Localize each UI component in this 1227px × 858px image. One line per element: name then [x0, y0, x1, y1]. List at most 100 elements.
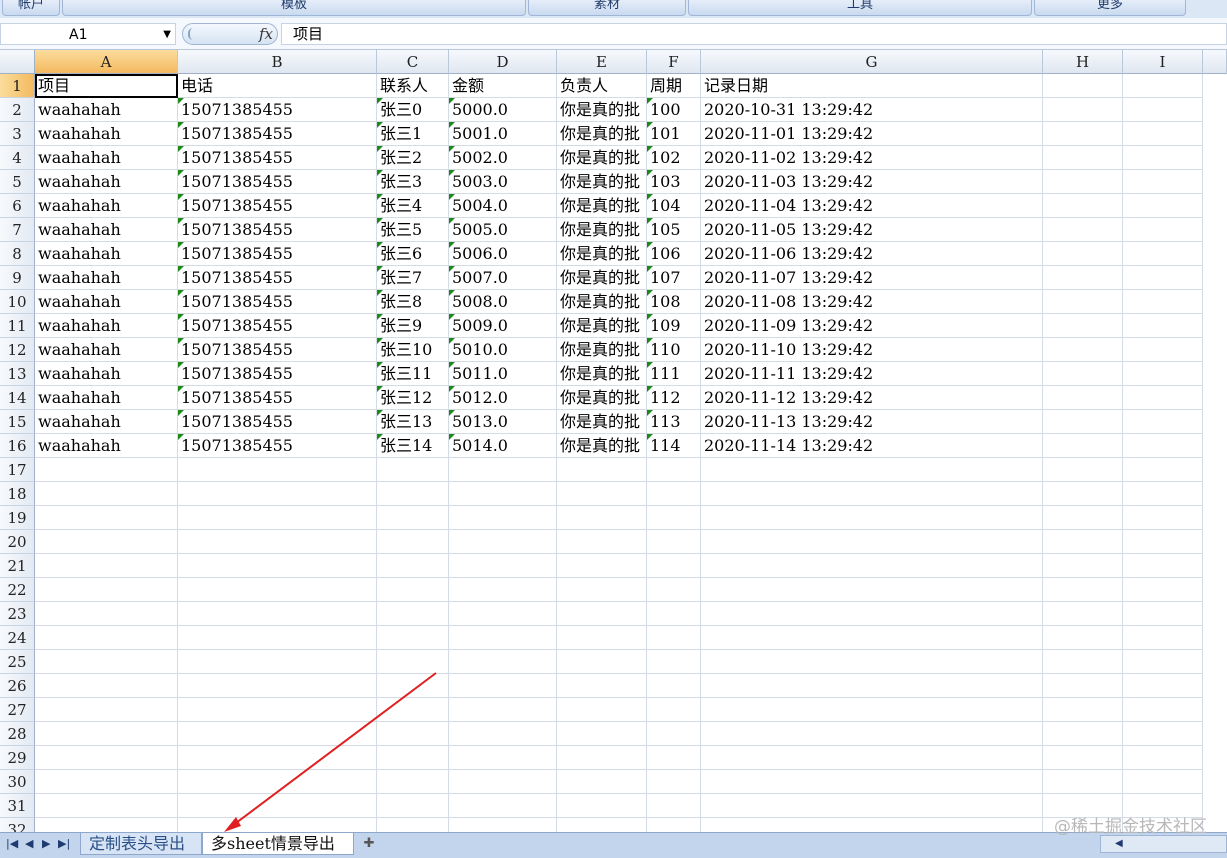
cell-f10[interactable]: 108 [647, 290, 701, 314]
row-header-21[interactable]: 21 [0, 554, 35, 578]
cell-h1[interactable] [1043, 74, 1123, 98]
cell-i30[interactable] [1123, 770, 1203, 794]
cell-b1[interactable]: 电话 [178, 74, 377, 98]
cell-f11[interactable]: 109 [647, 314, 701, 338]
cell-a28[interactable] [35, 722, 178, 746]
cell-g14[interactable]: 2020-11-12 13:29:42 [701, 386, 1043, 410]
cell-i11[interactable] [1123, 314, 1203, 338]
cell-a10[interactable]: waahahah [35, 290, 178, 314]
row-header-30[interactable]: 30 [0, 770, 35, 794]
cell-f14[interactable]: 112 [647, 386, 701, 410]
cell-g10[interactable]: 2020-11-08 13:29:42 [701, 290, 1043, 314]
cell-i17[interactable] [1123, 458, 1203, 482]
cell-d32[interactable] [449, 818, 557, 832]
ribbon-tab-tools[interactable]: 工具 [688, 0, 1032, 16]
cell-e11[interactable]: 你是真的批 [557, 314, 647, 338]
cell-i2[interactable] [1123, 98, 1203, 122]
select-all-corner[interactable] [0, 50, 35, 74]
cell-c29[interactable] [377, 746, 449, 770]
cell-e3[interactable]: 你是真的批 [557, 122, 647, 146]
cell-d12[interactable]: 5010.0 [449, 338, 557, 362]
column-header-b[interactable]: B [178, 50, 377, 74]
cell-b10[interactable]: 15071385455 [178, 290, 377, 314]
cell-f22[interactable] [647, 578, 701, 602]
cell-i29[interactable] [1123, 746, 1203, 770]
cell-e32[interactable] [557, 818, 647, 832]
cell-c13[interactable]: 张三11 [377, 362, 449, 386]
cell-h25[interactable] [1043, 650, 1123, 674]
cell-c28[interactable] [377, 722, 449, 746]
cell-e2[interactable]: 你是真的批 [557, 98, 647, 122]
cell-b24[interactable] [178, 626, 377, 650]
row-header-2[interactable]: 2 [0, 98, 35, 122]
cell-g21[interactable] [701, 554, 1043, 578]
cell-e5[interactable]: 你是真的批 [557, 170, 647, 194]
insert-function-button[interactable]: fx [182, 23, 278, 45]
sheet-tab-multi-sheet[interactable]: 多sheet情景导出 [202, 833, 354, 855]
cell-f12[interactable]: 110 [647, 338, 701, 362]
cell-a31[interactable] [35, 794, 178, 818]
cell-h19[interactable] [1043, 506, 1123, 530]
cell-d3[interactable]: 5001.0 [449, 122, 557, 146]
cell-a7[interactable]: waahahah [35, 218, 178, 242]
cell-d8[interactable]: 5006.0 [449, 242, 557, 266]
cell-f16[interactable]: 114 [647, 434, 701, 458]
cell-c16[interactable]: 张三14 [377, 434, 449, 458]
name-box[interactable]: A1 ▼ [0, 23, 176, 45]
add-sheet-icon[interactable]: ✚ [356, 834, 382, 854]
next-sheet-icon[interactable]: ▶ [42, 837, 50, 850]
cell-f3[interactable]: 101 [647, 122, 701, 146]
cell-i1[interactable] [1123, 74, 1203, 98]
row-header-27[interactable]: 27 [0, 698, 35, 722]
cell-g2[interactable]: 2020-10-31 13:29:42 [701, 98, 1043, 122]
cell-g20[interactable] [701, 530, 1043, 554]
cell-h12[interactable] [1043, 338, 1123, 362]
row-header-25[interactable]: 25 [0, 650, 35, 674]
cell-b31[interactable] [178, 794, 377, 818]
cell-a11[interactable]: waahahah [35, 314, 178, 338]
cell-a24[interactable] [35, 626, 178, 650]
cell-f15[interactable]: 113 [647, 410, 701, 434]
cell-h24[interactable] [1043, 626, 1123, 650]
cell-b12[interactable]: 15071385455 [178, 338, 377, 362]
cell-g29[interactable] [701, 746, 1043, 770]
cell-a12[interactable]: waahahah [35, 338, 178, 362]
cell-f4[interactable]: 102 [647, 146, 701, 170]
cell-d14[interactable]: 5012.0 [449, 386, 557, 410]
row-header-4[interactable]: 4 [0, 146, 35, 170]
row-header-14[interactable]: 14 [0, 386, 35, 410]
cell-d4[interactable]: 5002.0 [449, 146, 557, 170]
cell-g27[interactable] [701, 698, 1043, 722]
row-header-28[interactable]: 28 [0, 722, 35, 746]
cell-b26[interactable] [178, 674, 377, 698]
cell-i23[interactable] [1123, 602, 1203, 626]
cell-a3[interactable]: waahahah [35, 122, 178, 146]
cell-e10[interactable]: 你是真的批 [557, 290, 647, 314]
cell-g8[interactable]: 2020-11-06 13:29:42 [701, 242, 1043, 266]
cell-d17[interactable] [449, 458, 557, 482]
cell-c14[interactable]: 张三12 [377, 386, 449, 410]
first-sheet-icon[interactable]: |◀ [6, 837, 18, 850]
cell-e15[interactable]: 你是真的批 [557, 410, 647, 434]
cell-d2[interactable]: 5000.0 [449, 98, 557, 122]
cell-b8[interactable]: 15071385455 [178, 242, 377, 266]
row-header-20[interactable]: 20 [0, 530, 35, 554]
cell-c24[interactable] [377, 626, 449, 650]
cell-d15[interactable]: 5013.0 [449, 410, 557, 434]
cell-h5[interactable] [1043, 170, 1123, 194]
cell-d13[interactable]: 5011.0 [449, 362, 557, 386]
cell-g16[interactable]: 2020-11-14 13:29:42 [701, 434, 1043, 458]
row-header-26[interactable]: 26 [0, 674, 35, 698]
cell-e18[interactable] [557, 482, 647, 506]
cell-e25[interactable] [557, 650, 647, 674]
cell-a19[interactable] [35, 506, 178, 530]
cell-h30[interactable] [1043, 770, 1123, 794]
row-header-16[interactable]: 16 [0, 434, 35, 458]
cell-f26[interactable] [647, 674, 701, 698]
cell-a25[interactable] [35, 650, 178, 674]
cell-a1[interactable]: 项目 [35, 74, 178, 98]
cell-f17[interactable] [647, 458, 701, 482]
cell-b23[interactable] [178, 602, 377, 626]
cell-c6[interactable]: 张三4 [377, 194, 449, 218]
cell-e16[interactable]: 你是真的批 [557, 434, 647, 458]
